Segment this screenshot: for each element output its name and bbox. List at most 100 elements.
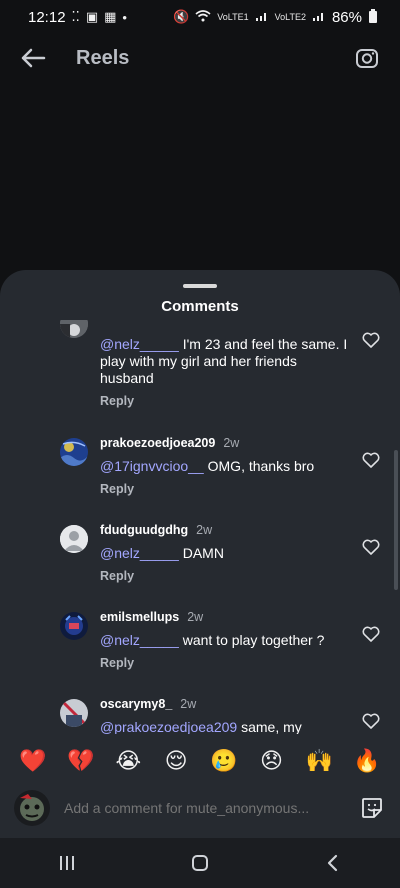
avatar-image-icon bbox=[60, 699, 88, 727]
comment-mention[interactable]: @nelz_____ bbox=[100, 336, 179, 352]
system-back-button[interactable] bbox=[313, 843, 353, 883]
comment-mention[interactable]: @prakoezoedjoea209 bbox=[100, 719, 237, 734]
like-button[interactable] bbox=[360, 330, 382, 350]
comment-meta: fdudguudgdhg 2w bbox=[100, 523, 212, 537]
like-button[interactable] bbox=[360, 537, 382, 557]
sheet-title: Comments bbox=[161, 298, 239, 315]
home-button[interactable] bbox=[180, 843, 220, 883]
recents-button[interactable] bbox=[47, 843, 87, 883]
heart-icon bbox=[362, 332, 380, 348]
emoji-crying-button[interactable]: 😭 bbox=[113, 748, 143, 774]
back-button[interactable] bbox=[18, 43, 48, 73]
sticker-icon bbox=[362, 798, 382, 818]
comment-body: want to play together ? bbox=[178, 632, 325, 648]
avatar[interactable] bbox=[60, 612, 88, 640]
comment-body: OMG, thanks bro bbox=[203, 458, 315, 474]
comment-username[interactable]: prakoezoedjoea209 bbox=[100, 436, 215, 450]
heart-icon bbox=[362, 626, 380, 642]
top-bar: Reels bbox=[0, 34, 400, 82]
status-time: 12:12 bbox=[28, 8, 66, 26]
comment-meta: prakoezoedjoea209 2w bbox=[100, 436, 239, 450]
reply-button[interactable]: Reply bbox=[100, 656, 134, 670]
comment-time: 2w bbox=[196, 523, 213, 537]
signal-icon bbox=[255, 10, 269, 25]
camera-icon bbox=[356, 49, 378, 68]
wifi-icon bbox=[195, 9, 211, 25]
comment-text: @nelz_____ DAMN bbox=[100, 545, 350, 562]
emoji-relieved-button[interactable]: 😌 bbox=[161, 748, 191, 774]
sticker-button[interactable] bbox=[358, 794, 386, 822]
gallery-icon: ▣ bbox=[85, 9, 99, 24]
comment-mention[interactable]: @17ignvvcioo__ bbox=[100, 458, 204, 474]
comment-time: 2w bbox=[187, 610, 204, 624]
chevron-left-icon bbox=[328, 854, 338, 872]
my-avatar bbox=[14, 790, 50, 826]
reply-button[interactable]: Reply bbox=[100, 569, 134, 583]
dots-icon: ⁚⁚ bbox=[71, 9, 80, 24]
dot-icon: • bbox=[122, 9, 127, 25]
avatar-image-icon bbox=[60, 612, 88, 640]
comments-scrollbar[interactable] bbox=[394, 450, 398, 590]
comment-username[interactable]: fdudguudgdhg bbox=[100, 523, 188, 537]
comment-mention[interactable]: @nelz_____ bbox=[100, 632, 179, 648]
camera-button[interactable] bbox=[352, 43, 382, 73]
comment-item: oscarymy8_ 2w @prakoezoedjoea209 same, m… bbox=[0, 697, 400, 734]
avatar-image-icon bbox=[60, 438, 88, 466]
emoji-disappointed-button[interactable]: 😞 bbox=[257, 748, 287, 774]
battery-icon bbox=[368, 8, 378, 26]
arrow-left-icon bbox=[21, 48, 46, 68]
emoji-raised-hands-button[interactable]: 🙌 bbox=[304, 748, 334, 774]
reply-button[interactable]: Reply bbox=[100, 394, 134, 408]
status-bar: 12:12 ⁚⁚ ▣ ▦ • 🔇 VoLTE1 VoLTE2 86% bbox=[0, 0, 400, 34]
comment-time: 2w bbox=[223, 436, 240, 450]
emoji-tear-smile-button[interactable]: 🥲 bbox=[209, 748, 239, 774]
page-title: Reels bbox=[76, 46, 130, 69]
comment-item: fdudguudgdhg 2w @nelz_____ DAMN Reply bbox=[0, 523, 400, 593]
comment-text: @nelz_____ I'm 23 and feel the same. I p… bbox=[100, 336, 350, 387]
avatar-image-icon bbox=[60, 320, 88, 338]
comment-body: DAMN bbox=[178, 545, 224, 561]
avatar[interactable] bbox=[60, 438, 88, 466]
home-icon bbox=[191, 855, 208, 871]
status-left: 12:12 ⁚⁚ ▣ ▦ • bbox=[28, 9, 127, 26]
comment-time: 2w bbox=[180, 697, 197, 711]
emoji-bar: ❤️ 💔 😭 😌 🥲 😞 🙌 🔥 bbox=[0, 744, 400, 778]
like-button[interactable] bbox=[360, 450, 382, 470]
like-button[interactable] bbox=[360, 711, 382, 731]
avatar[interactable] bbox=[60, 699, 88, 727]
heart-icon bbox=[362, 452, 380, 468]
status-right: 🔇 VoLTE1 VoLTE2 86% bbox=[173, 8, 378, 26]
heart-icon bbox=[362, 713, 380, 729]
comment-body: same, my bbox=[237, 719, 302, 734]
comment-username[interactable]: oscarymy8_ bbox=[100, 697, 172, 711]
comment-text: @nelz_____ want to play together ? bbox=[100, 632, 350, 649]
like-button[interactable] bbox=[360, 624, 382, 644]
emoji-fire-button[interactable]: 🔥 bbox=[352, 748, 382, 774]
volte-lte1-icon: VoLTE1 bbox=[217, 11, 249, 22]
heart-icon bbox=[362, 539, 380, 555]
comment-item: prakoezoedjoea209 2w @17ignvvcioo__ OMG,… bbox=[0, 436, 400, 506]
system-nav-bar bbox=[0, 838, 400, 888]
comment-text: @prakoezoedjoea209 same, my bbox=[100, 719, 350, 734]
battery-percent: 86% bbox=[331, 8, 362, 26]
volte-lte2-icon: VoLTE2 bbox=[274, 11, 306, 22]
comment-item: emilsmellups 2w @nelz_____ want to play … bbox=[0, 610, 400, 680]
comment-mention[interactable]: @nelz_____ bbox=[100, 545, 179, 561]
avatar[interactable] bbox=[60, 525, 88, 553]
comments-list[interactable]: @nelz_____ I'm 23 and feel the same. I p… bbox=[0, 320, 400, 734]
comment-text: @17ignvvcioo__ OMG, thanks bro bbox=[100, 458, 350, 475]
comment-username[interactable]: emilsmellups bbox=[100, 610, 179, 624]
sheet-grabber[interactable] bbox=[183, 284, 217, 288]
comment-meta: emilsmellups 2w bbox=[100, 610, 203, 624]
comment-item: @nelz_____ I'm 23 and feel the same. I p… bbox=[0, 320, 400, 420]
comment-input[interactable] bbox=[64, 800, 358, 816]
emoji-broken-heart-button[interactable]: 💔 bbox=[66, 748, 96, 774]
calendar-icon: ▦ bbox=[104, 9, 117, 24]
default-avatar-icon bbox=[60, 525, 88, 553]
emoji-heart-button[interactable]: ❤️ bbox=[18, 748, 48, 774]
reply-button[interactable]: Reply bbox=[100, 482, 134, 496]
avatar[interactable] bbox=[60, 320, 88, 338]
signal-icon bbox=[312, 10, 326, 25]
avatar-image-icon bbox=[14, 790, 50, 826]
recents-icon bbox=[59, 856, 74, 870]
